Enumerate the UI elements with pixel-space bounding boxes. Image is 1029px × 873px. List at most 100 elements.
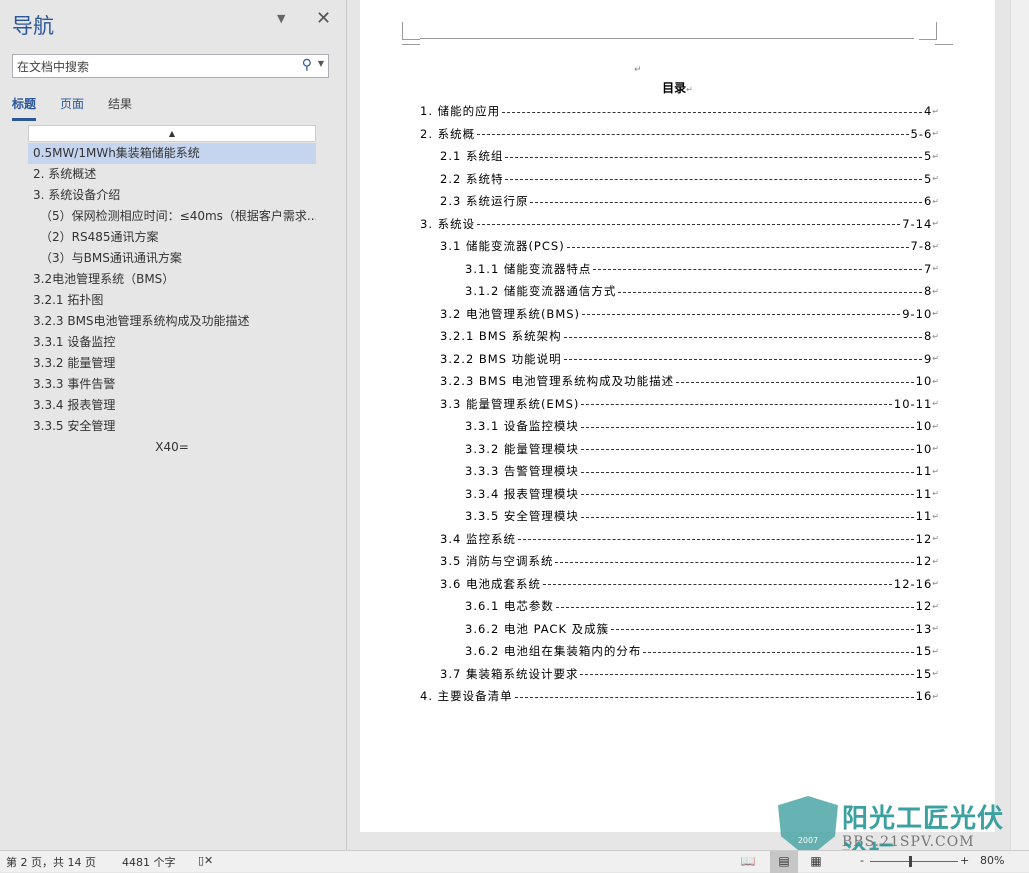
heading-item[interactable]: 3.2.1 拓扑图 bbox=[28, 290, 316, 311]
leader-dots bbox=[502, 111, 922, 113]
heading-item[interactable]: （5）保网检测相应时间：≤40ms（根据客户需求... bbox=[28, 206, 316, 227]
heading-item[interactable]: （2）RS485通讯方案 bbox=[28, 227, 316, 248]
toc-entry[interactable]: 3.2.3 BMS 电池管理系统构成及功能描述 10 ↵ bbox=[420, 370, 940, 393]
status-bar: 第 2 页，共 14 页 4481 个字 ▯✕ 📖 ▤ ▦ - + 80% bbox=[0, 850, 1029, 873]
toc-entry[interactable]: 3.6.2 电池组在集装箱内的分布 15 ↵ bbox=[420, 640, 940, 663]
proofing-icon[interactable]: ▯✕ bbox=[198, 854, 213, 867]
heading-item[interactable]: 3.3.5 安全管理 bbox=[28, 416, 316, 437]
read-mode-icon[interactable]: 📖 bbox=[734, 851, 762, 873]
toc-entry[interactable]: 3.4 监控系统 12 ↵ bbox=[420, 528, 940, 551]
toc-entry[interactable]: 3.3 能量管理系统(EMS) 10-11 ↵ bbox=[420, 393, 940, 416]
heading-item[interactable]: 0.5MW/1MWh集装箱储能系统 bbox=[28, 143, 316, 164]
toc-entry[interactable]: 3.6.2 电池 PACK 及成簇 13 ↵ bbox=[420, 618, 940, 641]
heading-item[interactable]: 3.3.3 事件告警 bbox=[28, 374, 316, 395]
heading-item[interactable]: 3.2电池管理系统（BMS） bbox=[28, 269, 316, 290]
toc-page-number: 6 bbox=[923, 194, 933, 209]
table-of-contents: 1. 储能的应用 4 ↵ 2. 系统概 5-6 ↵ 2.1 系统组 5 ↵ 2.2 系统特 5 ↵ 2.… bbox=[420, 100, 940, 708]
toc-entry[interactable]: 3.2.2 BMS 功能说明 9 ↵ bbox=[420, 348, 940, 371]
toc-page-number: 10 bbox=[915, 441, 933, 456]
toc-entry[interactable]: 3.7 集装箱系统设计要求 15 ↵ bbox=[420, 663, 940, 686]
toc-entry[interactable]: 2.3 系统运行原 6 ↵ bbox=[420, 190, 940, 213]
chevron-down-icon[interactable]: ▼ bbox=[318, 59, 324, 68]
paragraph-mark: ↵ bbox=[932, 579, 940, 589]
toc-entry-text: 3.1.2 储能变流器通信方式 bbox=[465, 284, 617, 299]
paragraph-mark: ↵ bbox=[932, 106, 940, 116]
toc-entry[interactable]: 3.1 储能变流器(PCS) 7-8 ↵ bbox=[420, 235, 940, 258]
paragraph-mark: ↵ bbox=[932, 669, 940, 679]
toc-page-number: 5 bbox=[923, 149, 933, 164]
toc-entry-text: 3.6 电池成套系统 bbox=[440, 576, 541, 591]
toc-page-number: 16 bbox=[915, 689, 933, 704]
zoom-level[interactable]: 80% bbox=[980, 854, 1004, 867]
toc-entry[interactable]: 1. 储能的应用 4 ↵ bbox=[420, 100, 940, 123]
paragraph-mark: ↵ bbox=[932, 511, 940, 521]
toc-entry[interactable]: 3. 系统设 7-14 ↵ bbox=[420, 213, 940, 236]
heading-item[interactable]: 3.3.2 能量管理 bbox=[28, 353, 316, 374]
toc-entry[interactable]: 3.1.2 储能变流器通信方式 8 ↵ bbox=[420, 280, 940, 303]
page-count[interactable]: 第 2 页，共 14 页 bbox=[6, 854, 96, 870]
toc-entry[interactable]: 3.3.2 能量管理模块 10 ↵ bbox=[420, 438, 940, 461]
toc-entry[interactable]: 3.2.1 BMS 系统架构 8 ↵ bbox=[420, 325, 940, 348]
toc-entry[interactable]: 4. 主要设备清单 16 ↵ bbox=[420, 685, 940, 708]
paragraph-mark: ↵ bbox=[932, 489, 940, 499]
search-icon[interactable]: ⚲ bbox=[302, 57, 312, 73]
web-layout-icon[interactable]: ▦ bbox=[802, 851, 830, 873]
toc-page-number: 15 bbox=[915, 644, 933, 659]
toc-entry[interactable]: 3.1.1 储能变流器特点 7 ↵ bbox=[420, 258, 940, 281]
toc-page-number: 12-16 bbox=[893, 576, 933, 591]
pane-options-icon[interactable]: ▼ bbox=[277, 12, 285, 25]
print-layout-icon[interactable]: ▤ bbox=[770, 851, 798, 873]
toc-entry[interactable]: 3.3.4 报表管理模块 11 ↵ bbox=[420, 483, 940, 506]
search-input[interactable]: 在文档中搜索 ⚲ ▼ bbox=[12, 54, 329, 78]
toc-page-number: 11 bbox=[915, 509, 933, 524]
toc-entry[interactable]: 3.3.3 告警管理模块 11 ↵ bbox=[420, 460, 940, 483]
zoom-out-button[interactable]: - bbox=[860, 854, 864, 867]
header-line bbox=[420, 38, 914, 39]
heading-item[interactable]: 3.3.1 设备监控 bbox=[28, 332, 316, 353]
leader-dots bbox=[563, 336, 922, 338]
heading-item[interactable]: 3. 系统设备介绍 bbox=[28, 185, 316, 206]
tab-pages[interactable]: 页面 bbox=[60, 95, 84, 121]
toc-entry[interactable]: 2. 系统概 5-6 ↵ bbox=[420, 123, 940, 146]
paragraph-mark: ↵ bbox=[932, 466, 940, 476]
heading-item[interactable]: 3.2.3 BMS电池管理系统构成及功能描述 bbox=[28, 311, 316, 332]
heading-item[interactable]: 3.3.4 报表管理 bbox=[28, 395, 316, 416]
toc-entry-text: 3. 系统设 bbox=[420, 216, 476, 231]
vertical-scrollbar[interactable] bbox=[1010, 0, 1029, 850]
toc-entry[interactable]: 3.6 电池成套系统 12-16 ↵ bbox=[420, 573, 940, 596]
leader-dots bbox=[530, 201, 922, 203]
leader-dots bbox=[593, 269, 922, 271]
tab-results[interactable]: 结果 bbox=[108, 95, 132, 121]
toc-page-number: 15 bbox=[915, 666, 933, 681]
toc-entry[interactable]: 2.1 系统组 5 ↵ bbox=[420, 145, 940, 168]
scroll-to-top-button[interactable]: ▲ bbox=[28, 125, 316, 142]
toc-entry[interactable]: 3.3.5 安全管理模块 11 ↵ bbox=[420, 505, 940, 528]
toc-entry[interactable]: 3.3.1 设备监控模块 10 ↵ bbox=[420, 415, 940, 438]
paragraph-mark: ↵ bbox=[932, 309, 940, 319]
paragraph-mark: ↵ bbox=[932, 129, 940, 139]
word-count[interactable]: 4481 个字 bbox=[122, 854, 176, 870]
close-icon[interactable]: ✕ bbox=[316, 8, 331, 29]
toc-entry-text: 3.3.5 安全管理模块 bbox=[465, 509, 579, 524]
heading-item[interactable]: （3）与BMS通讯通讯方案 bbox=[28, 248, 316, 269]
toc-entry-text: 1. 储能的应用 bbox=[420, 104, 501, 119]
document-page[interactable]: ↵ 目录↵ 1. 储能的应用 4 ↵ 2. 系统概 5-6 ↵ 2.1 系统组 5 ↵ 2.2 系… bbox=[360, 0, 995, 832]
leader-dots bbox=[580, 426, 914, 428]
zoom-slider-thumb[interactable] bbox=[909, 856, 912, 867]
toc-entry[interactable]: 3.6.1 电芯参数 12 ↵ bbox=[420, 595, 940, 618]
paragraph-mark: ↵ bbox=[932, 174, 940, 184]
zoom-slider[interactable] bbox=[870, 861, 958, 862]
toc-entry[interactable]: 3.5 消防与空调系统 12 ↵ bbox=[420, 550, 940, 573]
toc-entry[interactable]: 2.2 系统特 5 ↵ bbox=[420, 168, 940, 191]
zoom-in-button[interactable]: + bbox=[960, 854, 969, 867]
leader-dots bbox=[514, 696, 914, 698]
paragraph-mark: ↵ bbox=[932, 601, 940, 611]
heading-item[interactable]: X40= bbox=[28, 437, 316, 458]
toc-page-number: 11 bbox=[915, 486, 933, 501]
leader-dots bbox=[580, 674, 914, 676]
tab-headings[interactable]: 标题 bbox=[12, 95, 37, 121]
toc-entry[interactable]: 3.2 电池管理系统(BMS) 9-10 ↵ bbox=[420, 303, 940, 326]
crop-mark bbox=[935, 44, 953, 62]
leader-dots bbox=[618, 291, 922, 293]
heading-item[interactable]: 2. 系统概述 bbox=[28, 164, 316, 185]
